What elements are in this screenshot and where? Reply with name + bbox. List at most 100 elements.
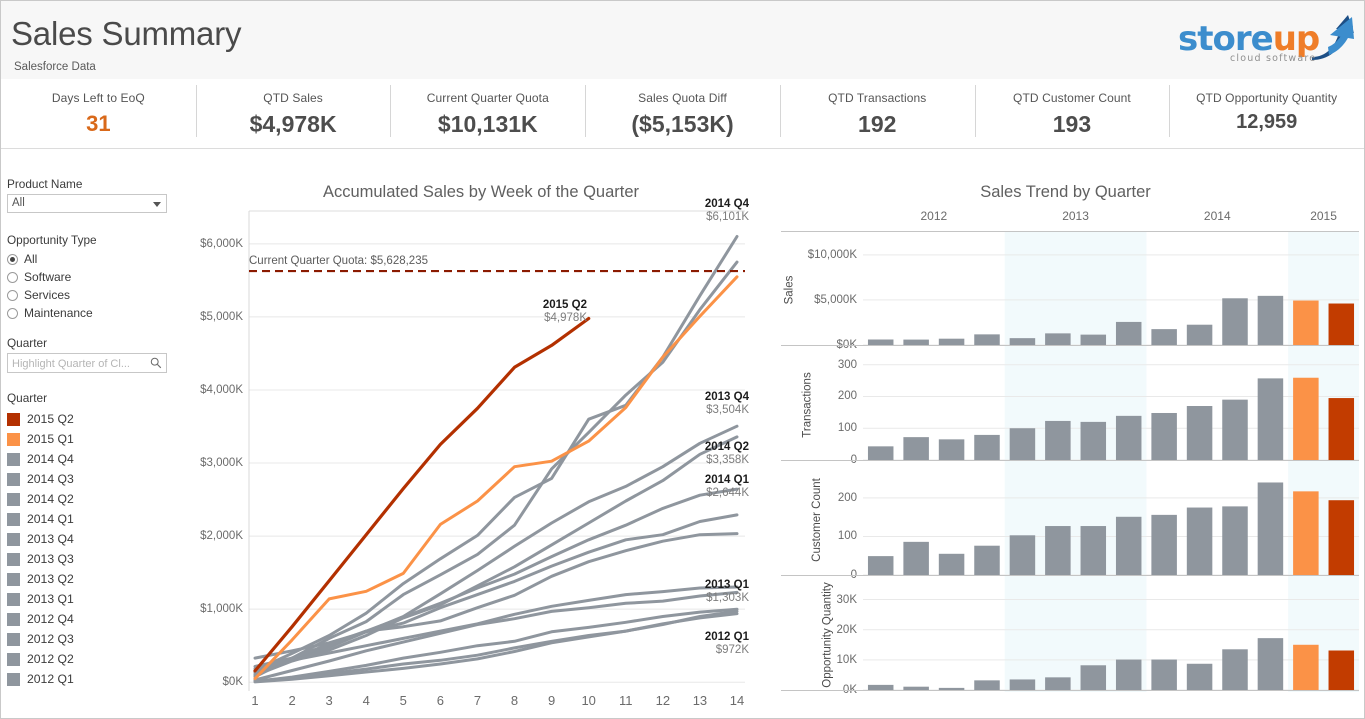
bar[interactable] [1151,329,1177,345]
legend-item-2014-q2[interactable]: 2014 Q2 [7,489,189,509]
radio-icon[interactable] [7,271,18,283]
y-tick-label: 30K [836,593,857,606]
dashboard-root: Sales Summary Salesforce Data storeup cl… [0,0,1365,719]
quarter-search-input[interactable] [8,355,146,373]
bar[interactable] [1222,399,1248,460]
bar[interactable] [1293,377,1319,460]
bar[interactable] [867,446,894,460]
line-series[interactable] [253,316,591,673]
series-end-annotation: 2013 Q1 $1,303K [687,579,749,605]
bar[interactable] [1151,659,1177,690]
legend-item-2012-q4[interactable]: 2012 Q4 [7,609,189,629]
x-tick-label: 7 [473,693,482,708]
bar[interactable] [1222,506,1248,575]
bar[interactable] [1293,300,1319,345]
x-tick-label: 2 [288,693,296,708]
legend-item-2015-q1[interactable]: 2015 Q1 [7,429,189,449]
bar[interactable] [1009,428,1036,460]
quarter-search-box[interactable] [7,353,167,373]
kpi-divider [1,148,1364,149]
bar[interactable] [1257,378,1284,460]
bar[interactable] [1151,412,1177,460]
bar[interactable] [1045,420,1071,460]
bar[interactable] [1328,500,1355,575]
radio-icon[interactable] [7,253,18,265]
bar[interactable] [1328,303,1355,345]
bar[interactable] [1080,421,1107,460]
bar[interactable] [974,334,1000,345]
subchart-plot[interactable] [863,347,1359,462]
legend-label: 2012 Q3 [27,632,74,646]
bar[interactable] [1115,516,1142,575]
legend-item-2013-q2[interactable]: 2013 Q2 [7,569,189,589]
product-name-dropdown[interactable]: All [7,194,167,213]
bar[interactable] [1186,324,1213,345]
bar[interactable] [1115,415,1142,460]
bar[interactable] [1257,295,1284,345]
bar[interactable] [1080,665,1107,690]
legend-label: 2013 Q3 [27,552,74,566]
bar[interactable] [1328,398,1355,460]
bar[interactable] [974,545,1000,575]
radio-icon[interactable] [7,307,18,319]
bar[interactable] [938,553,965,575]
bar[interactable] [1115,321,1142,345]
radio-icon[interactable] [7,289,18,301]
subchart-plot[interactable] [863,577,1359,692]
legend-item-2014-q4[interactable]: 2014 Q4 [7,449,189,469]
subchart-plot[interactable] [863,462,1359,577]
legend-item-2012-q1[interactable]: 2012 Q1 [7,669,189,689]
bar[interactable] [1186,507,1213,575]
bar[interactable] [1293,644,1319,690]
bar[interactable] [1328,650,1355,690]
legend-item-2012-q2[interactable]: 2012 Q2 [7,649,189,669]
legend-item-2013-q3[interactable]: 2013 Q3 [7,549,189,569]
legend-item-2013-q4[interactable]: 2013 Q4 [7,529,189,549]
subchart-plot[interactable] [863,232,1359,347]
bar[interactable] [1115,659,1142,690]
bar[interactable] [1186,663,1213,690]
legend-item-2013-q1[interactable]: 2013 Q1 [7,589,189,609]
sales-trend-title: Sales Trend by Quarter [980,183,1151,201]
bar[interactable] [1080,334,1107,345]
bar[interactable] [903,437,929,460]
bar[interactable] [867,556,894,575]
bar[interactable] [1293,491,1319,575]
bar[interactable] [1151,514,1177,575]
bar[interactable] [1009,535,1036,575]
bar[interactable] [1045,526,1071,575]
opportunity-type-option-software[interactable]: Software [7,268,189,286]
bar[interactable] [974,680,1000,690]
bar[interactable] [1045,677,1071,690]
legend-item-2014-q1[interactable]: 2014 Q1 [7,509,189,529]
bar[interactable] [1186,406,1213,460]
bar[interactable] [974,434,1000,460]
line-series[interactable] [253,260,739,679]
kpi-value: 31 [86,111,111,136]
legend-item-2014-q3[interactable]: 2014 Q3 [7,469,189,489]
bar[interactable] [903,541,929,575]
opportunity-type-option-all[interactable]: All [7,250,189,268]
opportunity-type-option-services[interactable]: Services [7,286,189,304]
bar[interactable] [1045,333,1071,345]
kpi-label: QTD Opportunity Quantity [1196,91,1338,105]
bar[interactable] [1009,338,1036,345]
line-chart-plot[interactable]: Current Quarter Quota: $5,628,235 2015 Q2… [248,198,749,691]
bar[interactable] [1080,526,1107,575]
bar[interactable] [1257,482,1284,575]
radio-label: Services [24,288,71,302]
legend-item-2015-q2[interactable]: 2015 Q2 [7,409,189,429]
bar[interactable] [938,439,965,460]
series-end-annotation: 2013 Q4 $3,504K [687,391,749,417]
bar[interactable] [1222,649,1248,690]
bar[interactable] [1009,679,1036,690]
accumulated-sales-title: Accumulated Sales by Week of the Quarter [322,183,640,201]
legend-label: 2014 Q3 [27,472,74,486]
bar[interactable] [1222,298,1248,345]
bar-chart-year-header: 2012 2013 2014 2015 [863,209,1359,231]
opportunity-type-option-maintenance[interactable]: Maintenance [7,304,189,322]
x-tick-label: 8 [510,693,519,708]
legend-item-2012-q3[interactable]: 2012 Q3 [7,629,189,649]
line-series[interactable] [253,235,739,672]
bar[interactable] [1257,638,1284,690]
